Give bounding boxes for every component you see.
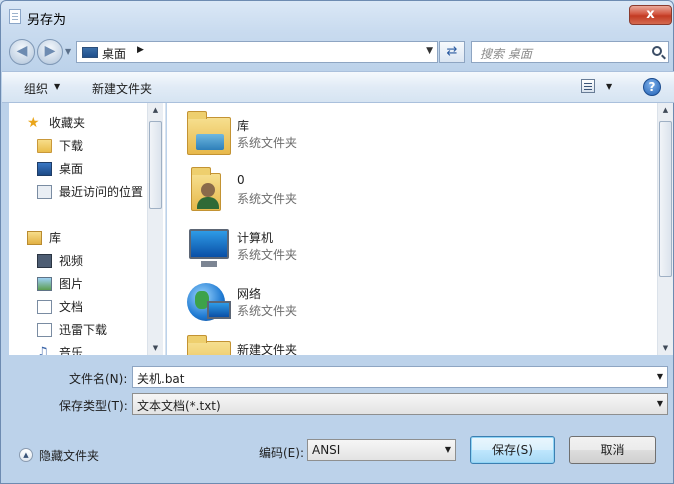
folder-icon (37, 139, 52, 153)
file-type: 系统文件夹 (237, 136, 298, 150)
filename-value[interactable]: 关机.bat (137, 370, 185, 387)
scroll-up-icon[interactable]: ▲ (148, 103, 163, 117)
nav-item-label: 下载 (59, 139, 84, 153)
file-list: 库 系统文件夹 0 系统文件夹 计算机 系统文件夹 网络 系统文件夹 新建文件夹 (167, 103, 657, 355)
nav-item-label: 图片 (59, 277, 84, 291)
search-icon[interactable] (652, 46, 662, 56)
save-button[interactable]: 保存(S) (470, 436, 555, 464)
scroll-down-icon[interactable]: ▼ (148, 341, 163, 355)
refresh-button[interactable]: ⇄ (439, 41, 465, 63)
nav-item-label: 库 (49, 231, 62, 245)
user-folder-icon (185, 167, 233, 213)
file-name: 计算机 (237, 231, 274, 245)
title-bar: 另存为 x (1, 1, 673, 33)
nav-item-label: 音乐 (59, 346, 84, 355)
chevron-down-icon[interactable]: ▼ (445, 445, 451, 454)
document-icon (37, 300, 52, 314)
file-name: 0 (237, 173, 245, 187)
file-type: 系统文件夹 (237, 248, 298, 262)
window-title: 另存为 (27, 13, 67, 28)
file-name: 库 (237, 119, 250, 133)
list-item[interactable]: 0 系统文件夹 (185, 167, 485, 217)
scrollbar-thumb[interactable] (149, 121, 162, 209)
hide-folders-label: 隐藏文件夹 (39, 449, 100, 463)
folder-icon (185, 335, 233, 355)
encoding-select[interactable]: ANSI ▼ (307, 439, 456, 461)
chevron-down-icon[interactable]: ▼ (54, 82, 60, 91)
picture-icon (37, 277, 52, 291)
file-name: 网络 (237, 287, 262, 301)
back-button[interactable]: ◀ (9, 39, 35, 65)
scroll-down-icon[interactable]: ▼ (658, 341, 673, 355)
file-type: 系统文件夹 (237, 192, 298, 206)
scrollbar-thumb[interactable] (659, 121, 672, 277)
filetype-label: 保存类型(T): (59, 399, 128, 413)
music-icon: ♫ (37, 345, 49, 355)
nav-item-label: 迅雷下载 (59, 323, 108, 337)
chevron-down-icon[interactable]: ▼ (606, 82, 612, 91)
computer-icon (185, 225, 233, 269)
desktop-icon (82, 47, 98, 58)
recent-locations-dropdown[interactable]: ▼ (65, 47, 71, 56)
nav-item-label: 最近访问的位置 (59, 185, 144, 199)
chevron-down-icon[interactable]: ▼ (657, 372, 663, 381)
scroll-up-icon[interactable]: ▲ (658, 103, 673, 117)
chevron-up-icon: ▲ (19, 448, 33, 462)
address-bar[interactable]: 桌面 ▶ ▼ (76, 41, 438, 63)
filetype-value: 文本文档(*.txt) (137, 399, 221, 413)
arrow-left-icon: ◀ (16, 43, 28, 59)
close-button[interactable]: x (629, 5, 672, 25)
help-button[interactable]: ? (643, 78, 661, 96)
list-item[interactable]: 网络 系统文件夹 (185, 279, 485, 329)
file-name: 新建文件夹 (237, 343, 298, 355)
filetype-select[interactable]: 文本文档(*.txt) ▼ (132, 393, 668, 415)
nav-item-label: 视频 (59, 254, 84, 268)
network-icon (185, 281, 233, 325)
nav-item-label: 收藏夹 (49, 116, 86, 130)
library-icon (27, 231, 42, 245)
encoding-value: ANSI (312, 443, 341, 457)
view-options-icon[interactable] (581, 79, 595, 93)
search-input[interactable]: 搜索 桌面 (471, 41, 669, 63)
recent-places-icon (37, 185, 52, 199)
list-item[interactable]: 库 系统文件夹 (185, 111, 485, 161)
chevron-down-icon[interactable]: ▼ (426, 46, 433, 56)
new-folder-button[interactable]: 新建文件夹 (92, 80, 152, 97)
save-as-dialog: 另存为 x ◀ ▶ ▼ 桌面 ▶ ▼ ⇄ 搜索 桌面 组织 ▼ 新建文件夹 ▼ … (0, 0, 674, 484)
file-type: 系统文件夹 (237, 304, 298, 318)
chevron-right-icon[interactable]: ▶ (137, 45, 144, 55)
address-path[interactable]: 桌面 (102, 45, 126, 62)
file-list-scrollbar[interactable]: ▲ ▼ (657, 103, 673, 355)
toolbar: 组织 ▼ 新建文件夹 ▼ ? (2, 71, 674, 103)
navigation-scrollbar[interactable]: ▲ ▼ (147, 103, 163, 355)
nav-item-label: 文档 (59, 300, 84, 314)
nav-item-label: 桌面 (59, 162, 84, 176)
list-item[interactable]: 新建文件夹 (185, 335, 485, 355)
notepad-icon (9, 9, 21, 24)
navigation-pane: ★ 收藏夹 下载 桌面 最近访问的位置 库 视频 图片 文档 迅雷下载 ♫ 音乐 (9, 103, 166, 355)
filename-label: 文件名(N): (69, 372, 128, 386)
cancel-button[interactable]: 取消 (569, 436, 656, 464)
forward-button[interactable]: ▶ (37, 39, 63, 65)
star-icon: ★ (27, 115, 40, 131)
library-folder-icon (185, 111, 233, 157)
refresh-icon: ⇄ (446, 44, 458, 59)
chevron-down-icon[interactable]: ▼ (657, 399, 663, 408)
list-item[interactable]: 计算机 系统文件夹 (185, 223, 485, 273)
encoding-label: 编码(E): (259, 446, 304, 460)
desktop-icon (37, 162, 52, 176)
download-icon (37, 323, 52, 337)
video-icon (37, 254, 52, 268)
search-placeholder: 搜索 桌面 (480, 47, 532, 61)
arrow-right-icon: ▶ (44, 43, 56, 59)
filename-field[interactable]: 关机.bat ▼ (132, 366, 668, 388)
organize-button[interactable]: 组织 (24, 80, 48, 97)
